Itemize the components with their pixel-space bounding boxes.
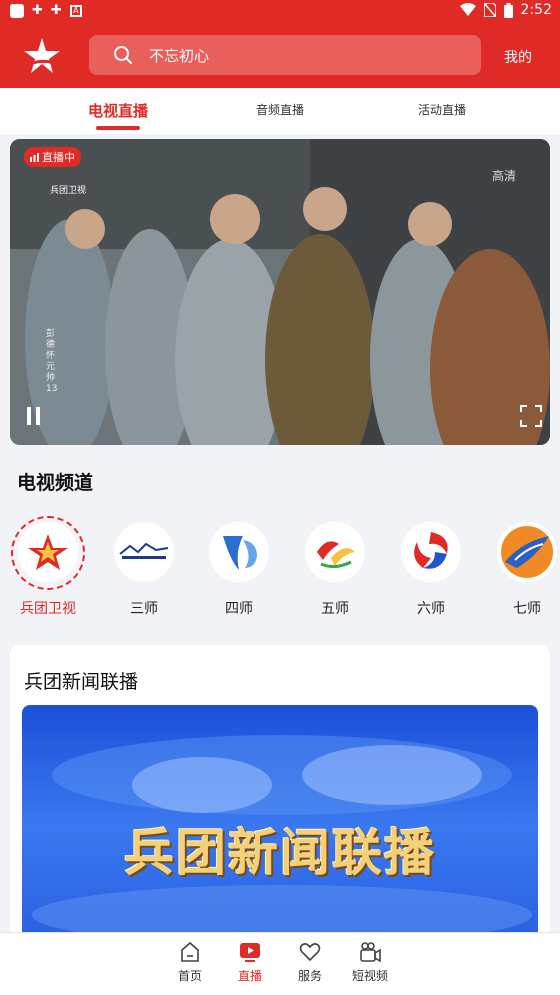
no-sim-icon [483, 3, 496, 17]
heart-icon [299, 943, 321, 962]
channel-logo [497, 522, 557, 582]
live-badge-text: 直播中 [42, 151, 75, 164]
search-bar[interactable]: 不忘初心 [89, 35, 481, 75]
home-icon [181, 941, 199, 962]
nav-short-video-label: 短视频 [351, 969, 388, 983]
bottom-nav: 首页 直播 服务 短视频 [0, 932, 560, 995]
channel-label: 六师 [417, 601, 445, 617]
channel-label: 三师 [130, 601, 158, 617]
battery-icon [503, 2, 513, 18]
signal-bars-icon [30, 152, 39, 162]
live-tabs: 电视直播 音频直播 活动直播 [0, 88, 560, 134]
wifi-icon [459, 3, 476, 16]
channel-item-5[interactable]: 五师 [290, 514, 380, 624]
notification-icon: ✚ [50, 3, 62, 18]
channel-item-6[interactable]: 六师 [386, 514, 476, 624]
nav-live[interactable]: 直播 [220, 941, 280, 984]
nav-service[interactable]: 服务 [280, 941, 340, 984]
app-square-icon [10, 3, 24, 18]
status-time: 2:52 [520, 2, 552, 18]
tab-tv-live[interactable]: 电视直播 [88, 100, 148, 121]
quality-label[interactable]: 高清 [492, 167, 516, 184]
live-badge: 直播中 [24, 147, 81, 167]
a-icon: A [69, 4, 82, 17]
mine-button[interactable]: 我的 [504, 47, 532, 67]
channel-item-4[interactable]: 四师 [194, 514, 284, 624]
channel-label: 兵团卫视 [20, 601, 76, 617]
nav-short-video[interactable]: 短视频 [340, 941, 400, 984]
channel-item-bingtuan[interactable]: 兵团卫视 [3, 514, 93, 624]
app-logo[interactable] [22, 36, 62, 76]
channel-label: 四师 [225, 601, 253, 617]
tab-audio-live[interactable]: 音频直播 [256, 101, 304, 118]
channel-logo [18, 522, 78, 582]
channel-logo [305, 522, 365, 582]
live-tv-icon [240, 943, 260, 962]
search-icon [114, 46, 132, 64]
nav-service-label: 服务 [297, 969, 322, 983]
video-player[interactable]: 直播中 兵团卫视 高清 彭德怀元帅13 [10, 139, 550, 445]
program-caption: 彭德怀元帅13 [46, 329, 58, 394]
status-bar: ✚ ✚ A 2:52 [0, 0, 560, 24]
channel-logo [209, 522, 269, 582]
app-header: ✚ ✚ A 2:52 不忘初心 我的 [0, 0, 560, 88]
fullscreen-icon[interactable] [520, 405, 542, 427]
channel-watermark: 兵团卫视 [50, 186, 87, 196]
nav-home[interactable]: 首页 [160, 941, 220, 984]
tab-active-indicator [96, 126, 140, 130]
channel-label: 七师 [513, 601, 541, 617]
nav-live-label: 直播 [237, 969, 262, 983]
channel-list: 兵团卫视 三师 四师 五师 六师 七师 [0, 514, 560, 624]
channel-label: 五师 [321, 601, 349, 617]
news-card[interactable]: 兵团新闻联播 兵团新闻联播 [10, 645, 550, 945]
short-video-icon [360, 942, 381, 963]
channel-item-7[interactable]: 七师 [482, 514, 560, 624]
tab-event-live[interactable]: 活动直播 [418, 101, 466, 118]
news-banner-text: 兵团新闻联播 [124, 824, 436, 882]
notification-icon: ✚ [32, 3, 43, 18]
search-placeholder: 不忘初心 [149, 47, 210, 65]
news-banner[interactable]: 兵团新闻联播 [22, 705, 538, 945]
pause-icon[interactable] [26, 407, 42, 425]
channels-title: 电视频道 [17, 472, 94, 494]
nav-home-label: 首页 [177, 969, 202, 983]
channel-logo [114, 522, 174, 582]
channel-item-3[interactable]: 三师 [99, 514, 189, 624]
channel-logo [401, 522, 461, 582]
video-frame [10, 139, 550, 445]
news-card-title: 兵团新闻联播 [24, 671, 139, 693]
